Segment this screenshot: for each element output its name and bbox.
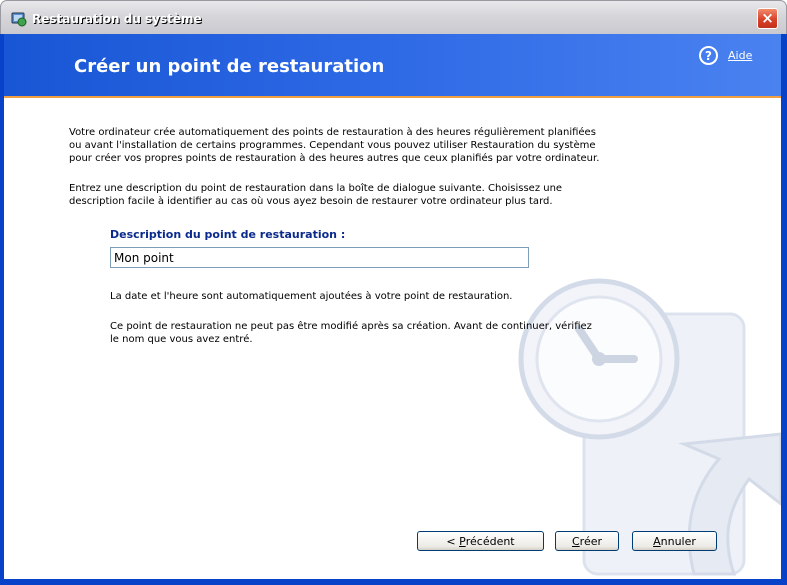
close-icon: × <box>761 9 774 27</box>
help-icon[interactable]: ? <box>699 46 718 65</box>
system-restore-icon <box>11 11 27 27</box>
previous-button[interactable]: < Précédent <box>417 531 544 551</box>
instruction-paragraph: Entrez une description du point de resta… <box>69 183 563 207</box>
previous-mnemonic: P <box>459 534 466 548</box>
cancel-button[interactable]: Annuler <box>632 531 717 551</box>
title-bar[interactable]: Restauration du système × <box>0 0 787 34</box>
previous-prefix: < <box>446 534 460 548</box>
wizard-header: Créer un point de restauration ? Aide <box>4 34 781 96</box>
description-input[interactable] <box>110 247 529 268</box>
create-mnemonic: C <box>571 534 580 548</box>
previous-label: récédent <box>465 534 515 548</box>
description-label: Description du point de restauration : <box>110 228 346 241</box>
page-title: Créer un point de restauration <box>74 56 385 77</box>
date-note: La date et l'heure sont automatiquement … <box>110 291 513 302</box>
window-frame: Restauration du système × Créer un point… <box>0 0 787 585</box>
close-button[interactable]: × <box>757 8 778 29</box>
help-link[interactable]: Aide <box>728 49 752 62</box>
create-button[interactable]: Créer <box>555 531 619 551</box>
intro-paragraph: Votre ordinateur crée automatiquement de… <box>69 127 600 164</box>
header-divider <box>4 96 781 98</box>
cancel-mnemonic: A <box>653 534 661 548</box>
cancel-label: nnuler <box>660 534 696 548</box>
window-title: Restauration du système <box>32 12 202 26</box>
create-label: réer <box>579 534 603 548</box>
dialog-client-area: Créer un point de restauration ? Aide Vo… <box>4 34 781 579</box>
window-bottom-border <box>0 579 787 585</box>
warning-note: Ce point de restauration ne peut pas êtr… <box>110 321 592 345</box>
